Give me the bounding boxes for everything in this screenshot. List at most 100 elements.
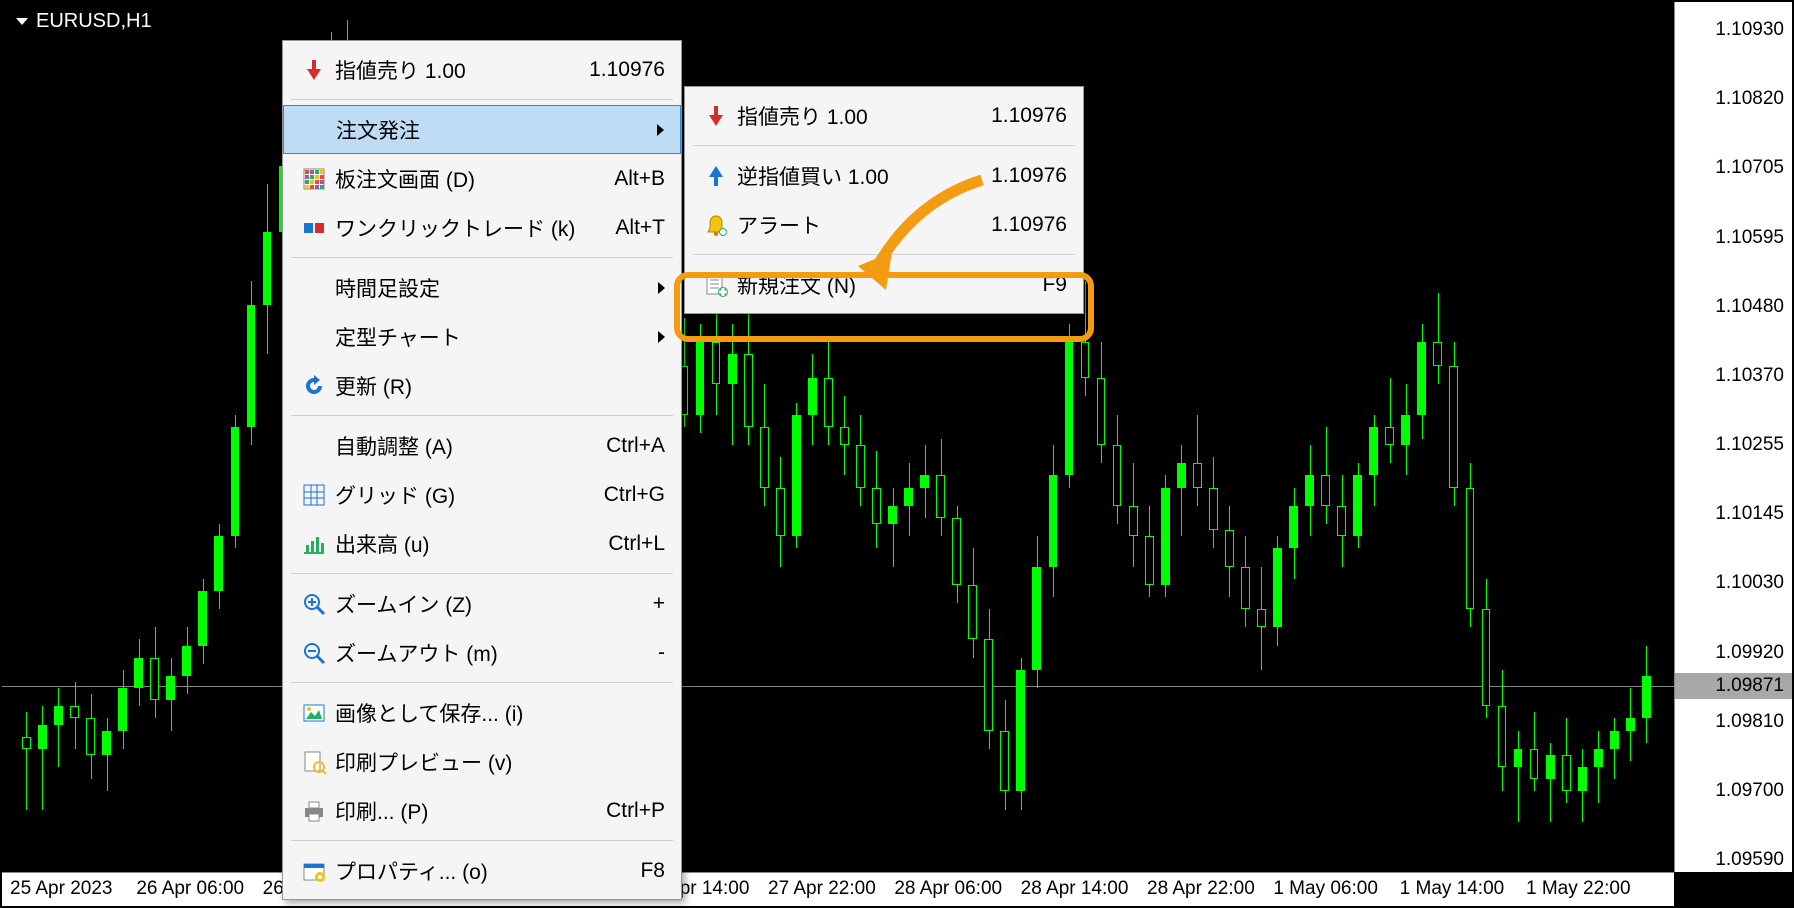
candle-wick [42, 706, 43, 809]
volume-icon [293, 531, 335, 557]
menu-item-label: ワンクリックトレード (k) [335, 213, 615, 243]
ctxmenu-item-19[interactable]: 印刷... (P)Ctrl+P [283, 786, 681, 835]
candle-body [118, 688, 127, 731]
time-tick: 1 May 06:00 [1273, 878, 1378, 900]
candle-body [1129, 506, 1138, 536]
candle-body [214, 536, 223, 591]
menu-item-label: 指値売り 1.00 [335, 55, 589, 85]
menu-item-shortcut: F8 [640, 859, 665, 883]
candle-body [1578, 767, 1587, 791]
candle-body [1145, 536, 1154, 585]
ctxmenu-item-11[interactable]: グリッド (G)Ctrl+G [283, 470, 681, 519]
candle-body [1000, 731, 1009, 792]
time-axis: 25 Apr 202326 Apr 06:0026 Apr 14:0026 Ap… [2, 872, 1674, 906]
candle-body [776, 488, 785, 537]
ctxmenu-item-8[interactable]: 更新 (R) [283, 361, 681, 410]
candle-body [1257, 609, 1266, 627]
menu-item-label: 印刷... (P) [335, 796, 606, 826]
ctxmenu-item-15[interactable]: ズームアウト (m)- [283, 628, 681, 677]
menu-item-shortcut: Alt+T [615, 216, 665, 240]
price-tick: 1.10030 [1715, 572, 1784, 594]
ctxmenu-item-18[interactable]: 印刷プレビュー (v) [283, 737, 681, 786]
ctxmenu-item-21[interactable]: プロパティ... (o)F8 [283, 846, 681, 895]
menu-item-shortcut: Ctrl+G [604, 483, 665, 507]
candle-body [150, 658, 159, 701]
candle-wick [732, 324, 733, 445]
menu-item-label: 新規注文 (N) [737, 270, 1042, 300]
candle-body [1289, 506, 1298, 549]
ctxmenu-item-17[interactable]: 画像として保存... (i) [283, 688, 681, 737]
submenu-item-5[interactable]: 新規注文 (N)F9 [685, 260, 1083, 309]
menu-item-label: ズームアウト (m) [335, 638, 658, 668]
context-submenu[interactable]: 指値売り 1.001.10976 逆指値買い 1.001.10976アラート1.1… [684, 86, 1084, 314]
menu-item-label: 逆指値買い 1.00 [737, 161, 991, 191]
candle-body [1433, 342, 1442, 366]
submenu-item-2[interactable]: 逆指値買い 1.001.10976 [685, 151, 1083, 200]
ctxmenu-item-4[interactable]: ワンクリックトレード (k)Alt+T [283, 203, 681, 252]
ctxmenu-item-3[interactable]: 板注文画面 (D)Alt+B [283, 154, 681, 203]
candle-body [1449, 366, 1458, 487]
candle-body [1594, 749, 1603, 767]
candle-body [920, 475, 929, 487]
menu-item-label: 更新 (R) [335, 371, 665, 401]
candle-body [1337, 506, 1346, 536]
menu-separator [291, 573, 673, 574]
candle-body [1049, 475, 1058, 566]
ctxmenu-item-2[interactable]: 注文発注 [283, 105, 681, 154]
price-tick: 1.09920 [1715, 642, 1784, 664]
menu-item-shortcut: Ctrl+L [608, 532, 665, 556]
candle-wick [58, 688, 59, 767]
candle-body [1401, 415, 1410, 445]
context-menu[interactable]: 指値売り 1.001.10976注文発注板注文画面 (D)Alt+Bワンクリック… [282, 40, 682, 900]
candle-body [54, 706, 63, 724]
time-tick: 1 May 14:00 [1400, 878, 1505, 900]
candle-body [166, 676, 175, 700]
refresh-icon [293, 373, 335, 399]
menu-item-shortcut: 1.10976 [991, 213, 1067, 237]
submenu-item-0[interactable]: 指値売り 1.001.10976 [685, 91, 1083, 140]
price-tick: 1.10370 [1715, 365, 1784, 387]
menu-item-shortcut: Ctrl+A [606, 434, 665, 458]
candle-body [134, 658, 143, 688]
oneclick-icon [293, 215, 335, 241]
candle-body [1065, 342, 1074, 476]
candle-body [102, 731, 111, 755]
candle-body [1193, 463, 1202, 487]
ctxmenu-item-14[interactable]: ズームイン (Z)+ [283, 579, 681, 628]
candle-body [1514, 749, 1523, 767]
dropdown-arrow-icon [16, 18, 28, 25]
price-tick: 1.10145 [1715, 503, 1784, 525]
candle-wick [893, 488, 894, 567]
candle-body [728, 354, 737, 384]
buy-arrow-icon [695, 163, 737, 189]
time-tick: 27 Apr 22:00 [768, 878, 876, 900]
ctxmenu-item-12[interactable]: 出来高 (u)Ctrl+L [283, 519, 681, 568]
time-tick: 28 Apr 14:00 [1021, 878, 1129, 900]
time-tick: 28 Apr 06:00 [894, 878, 1002, 900]
ctxmenu-item-7[interactable]: 定型チャート [283, 312, 681, 361]
candle-body [984, 639, 993, 730]
candle-wick [1197, 415, 1198, 506]
menu-item-shortcut: + [653, 592, 665, 616]
candle-body [1353, 475, 1362, 536]
ctxmenu-item-0[interactable]: 指値売り 1.001.10976 [283, 45, 681, 94]
candle-body [1097, 378, 1106, 445]
submenu-item-3[interactable]: アラート1.10976 [685, 200, 1083, 249]
symbol-label[interactable]: EURUSD,H1 [16, 10, 152, 33]
candle-body [1225, 530, 1234, 566]
ctxmenu-item-10[interactable]: 自動調整 (A)Ctrl+A [283, 421, 681, 470]
candle-body [1417, 342, 1426, 415]
price-tick: 1.10705 [1715, 157, 1784, 179]
menu-separator [693, 254, 1075, 255]
print-icon [293, 798, 335, 824]
menu-item-shortcut: F9 [1042, 273, 1067, 297]
zoomout-icon [293, 640, 335, 666]
candle-body [1081, 342, 1090, 378]
ctxmenu-item-6[interactable]: 時間足設定 [283, 263, 681, 312]
price-tick: 1.10255 [1715, 434, 1784, 456]
candle-body [856, 445, 865, 488]
alert-icon [695, 212, 737, 238]
candle-body [1498, 706, 1507, 767]
menu-item-label: 注文発注 [336, 115, 657, 145]
candle-body [696, 342, 705, 415]
